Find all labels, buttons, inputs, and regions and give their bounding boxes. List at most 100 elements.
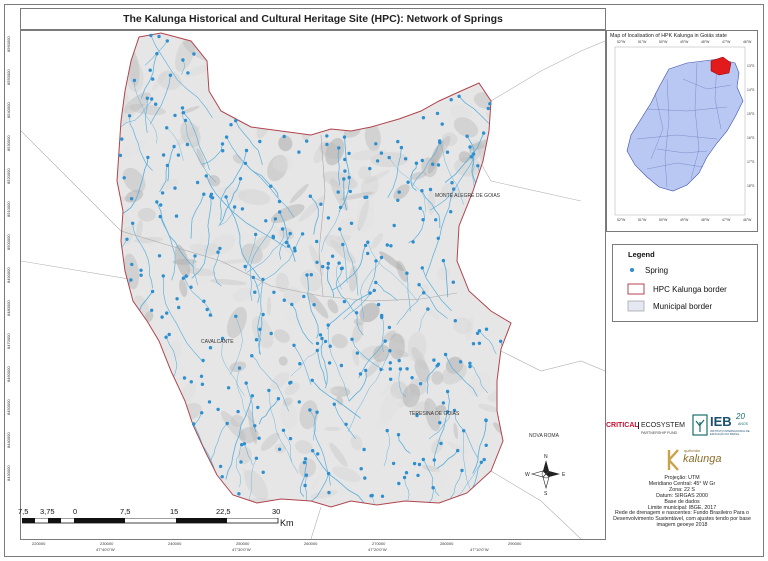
spring-point [385,243,389,247]
spring-point [387,155,391,160]
spring-point [224,135,229,139]
coord-left: 8510000 [6,201,11,217]
relief-patch [122,363,131,374]
spring-point [326,261,330,266]
spring-point [158,214,162,219]
spring-point [122,176,126,180]
spring-point [420,189,424,193]
spring-point [237,492,241,496]
spring-point [439,441,443,446]
spring-point [476,164,480,168]
coord-left: 8490000 [6,267,11,283]
spring-point [418,206,422,210]
spring-point [201,358,205,363]
spring-point [416,473,420,478]
spring-point [207,400,212,404]
spring-point [208,313,213,317]
logos: CRITICAL ECOSYSTEM PARTNERSHIP FUND IEB … [606,408,756,478]
scale-label: 3,75 [40,507,55,516]
ieb-logo: IEB 20 ANOS INSTITUTO INTERNACIONAL DE E… [692,412,754,442]
spring-point [436,163,441,167]
relief-patch [367,33,391,45]
spring-point [278,210,282,214]
relief-patch [129,454,143,473]
relief-patch [466,257,490,279]
svg-text:16°S: 16°S [747,136,755,140]
spring-point [244,148,249,153]
spring-point [218,246,222,251]
relief-patch [475,267,494,286]
spring-point [471,342,476,346]
spring-point [271,234,275,238]
spring-point [342,177,346,181]
spring-point [469,155,474,159]
relief-patch [498,206,511,240]
spring-point [234,119,238,123]
spring-point [199,374,204,378]
spring-point [362,447,366,452]
legend-label: Spring [645,265,669,275]
spring-point [327,490,331,495]
spring-point [441,401,446,405]
spring-point [151,77,155,81]
spring-point [403,157,408,161]
spring-point [139,268,143,272]
spring-point [383,339,387,343]
legend-label: HPC Kalunga border [653,284,727,294]
spring-point [192,52,196,56]
spring-point [477,341,482,345]
spring-point [195,180,200,185]
spring-point [326,323,330,327]
spring-point [157,34,161,39]
spring-point [323,339,328,344]
spring-point [269,184,273,188]
spring-point [281,428,286,432]
spring-point [343,157,347,162]
svg-text:52°W: 52°W [617,40,626,44]
ieb-tree-icon [692,414,708,436]
spring-point [398,367,403,371]
spring-point [288,231,292,236]
spring-point [417,462,422,467]
coord-left: 8470000 [6,333,11,349]
spring-point [389,244,393,248]
spring-point [258,327,262,331]
spring-point [155,52,159,56]
coord-left: 8460000 [6,366,11,382]
spring-point [379,255,384,260]
spring-point [449,98,453,102]
compass-s: S [544,491,548,497]
relief-patch [117,438,126,451]
spring-point [257,436,261,440]
spring-point [160,315,164,319]
spring-point [412,461,417,466]
spring-point [282,134,286,139]
spring-point [402,475,407,480]
coord-bottom-deg: 47°30'0"W [232,547,251,552]
svg-text:49°W: 49°W [680,40,689,44]
spring-point [417,283,421,287]
spring-point [457,94,461,98]
spring-point [184,274,188,278]
spring-point [368,291,372,295]
spring-point [315,239,319,244]
ieb-years: 20 [736,412,745,421]
main-map[interactable]: MONTE ALEGRE DE GOIAS CAVALCANTE TERESIN… [20,30,606,540]
spring-point [374,259,378,263]
map-canvas[interactable]: MONTE ALEGRE DE GOIAS CAVALCANTE TERESIN… [21,31,605,539]
spring-point [380,494,385,498]
cepf-ecosystem: ECOSYSTEM [638,422,685,429]
spring-point [460,468,464,473]
inset-map[interactable]: Map of localisation of HPK Kalunga in Go… [606,30,758,232]
spring-point [244,381,248,385]
scale-label: 30 [272,507,281,516]
spring-point [339,363,344,368]
relief-patch [379,80,399,96]
spring-point [218,464,223,469]
spring-point [376,302,381,307]
legend-title: Legend [628,250,655,259]
spring-point [392,223,396,228]
spring-point [181,276,186,280]
river-line [117,279,132,318]
relief-patch [431,371,444,385]
